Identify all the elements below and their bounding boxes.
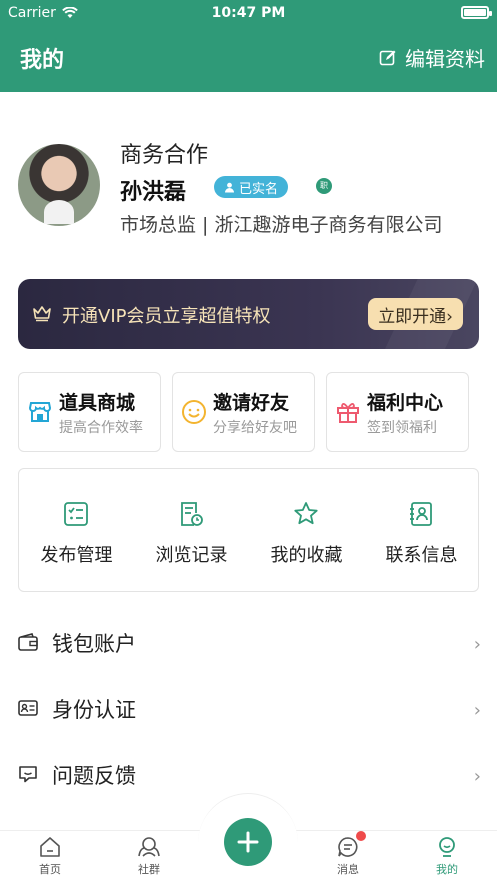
chevron-right-icon: ›: [473, 634, 481, 655]
profile-icon: [439, 837, 455, 857]
job-badge: 职: [316, 178, 332, 194]
edit-icon: [379, 50, 396, 65]
grid-item-contact[interactable]: 联系信息: [364, 469, 479, 593]
page-title: 我的: [20, 48, 65, 73]
shortcut-grid: 发布管理 浏览记录 我的收藏 联系信息: [18, 468, 479, 592]
smile-icon: [182, 400, 206, 424]
user-name: 孙洪磊: [120, 180, 187, 205]
crown-icon: [33, 306, 51, 322]
tab-messages[interactable]: 消息: [308, 836, 388, 877]
grid-item-publish[interactable]: 发布管理: [19, 469, 134, 593]
company-label: 商务合作: [120, 143, 209, 168]
vip-open-button[interactable]: 立即开通›: [368, 298, 463, 330]
list-item-label: 问题反馈: [52, 764, 136, 788]
clock: 10:47 PM: [211, 5, 286, 21]
wallet-icon: [18, 633, 38, 651]
grid-item-history[interactable]: 浏览记录: [134, 469, 249, 593]
feedback-icon: [19, 766, 37, 783]
shop-icon: [28, 402, 52, 422]
star-icon: [294, 502, 318, 525]
add-post-button[interactable]: [224, 818, 272, 866]
checklist-icon: [64, 502, 88, 526]
feature-card-shop[interactable]: 道具商城 提高合作效率: [18, 372, 161, 452]
feature-title: 邀请好友: [213, 392, 290, 414]
tab-label: 首页: [39, 863, 61, 876]
list-item-wallet[interactable]: 钱包账户 ›: [0, 610, 497, 676]
list-item-label: 钱包账户: [52, 632, 136, 656]
person-icon: [225, 182, 234, 192]
status-bar: Carrier 10:47 PM: [0, 0, 497, 26]
plus-icon: [237, 831, 259, 853]
profile-card[interactable]: 商务合作 孙洪磊 已实名 职 市场总监 | 浙江趣游电子商务有限公司: [0, 130, 497, 240]
grid-item-label: 发布管理: [40, 545, 113, 566]
grid-item-label: 联系信息: [385, 545, 458, 566]
feature-subtitle: 提高合作效率: [59, 420, 143, 436]
history-icon: [181, 502, 203, 526]
home-icon: [40, 837, 60, 857]
feature-subtitle: 分享给好友吧: [213, 420, 297, 436]
battery-icon: [461, 6, 492, 19]
notification-dot: [356, 831, 366, 841]
feature-title: 道具商城: [59, 392, 136, 414]
tab-label: 消息: [337, 863, 359, 876]
tab-home[interactable]: 首页: [10, 836, 90, 877]
feature-title: 福利中心: [367, 392, 444, 414]
message-icon: [338, 837, 358, 857]
chevron-right-icon: ›: [473, 700, 481, 721]
avatar[interactable]: [18, 144, 100, 226]
tab-label: 社群: [138, 863, 160, 876]
edit-profile-button[interactable]: 编辑资料: [379, 43, 485, 72]
community-icon: [138, 837, 160, 857]
tab-label: 我的: [436, 863, 458, 876]
list-item-label: 身份认证: [52, 698, 136, 722]
edit-profile-label: 编辑资料: [405, 47, 485, 71]
grid-item-label: 浏览记录: [155, 545, 228, 566]
gift-icon: [337, 403, 359, 423]
verified-badge: 已实名: [214, 176, 289, 198]
vip-banner[interactable]: 开通VIP会员立享超值特权 立即开通›: [18, 279, 479, 349]
list-item-identity[interactable]: 身份认证 ›: [0, 676, 497, 742]
grid-item-favorites[interactable]: 我的收藏: [249, 469, 364, 593]
grid-item-label: 我的收藏: [270, 545, 343, 566]
feature-subtitle: 签到领福利: [367, 420, 437, 436]
top-navbar: 我的 编辑资料: [0, 26, 497, 92]
tab-community[interactable]: 社群: [109, 836, 189, 877]
feature-card-invite[interactable]: 邀请好友 分享给好友吧: [172, 372, 315, 452]
contact-book-icon: [410, 502, 432, 526]
job-title-company: 市场总监 | 浙江趣游电子商务有限公司: [120, 214, 443, 236]
chevron-right-icon: ›: [473, 766, 481, 787]
id-card-icon: [18, 700, 38, 716]
verified-label: 已实名: [239, 181, 279, 197]
vip-promo-text: 开通VIP会员立享超值特权: [62, 306, 271, 327]
feature-card-benefits[interactable]: 福利中心 签到领福利: [326, 372, 469, 452]
tab-profile[interactable]: 我的: [407, 836, 487, 877]
